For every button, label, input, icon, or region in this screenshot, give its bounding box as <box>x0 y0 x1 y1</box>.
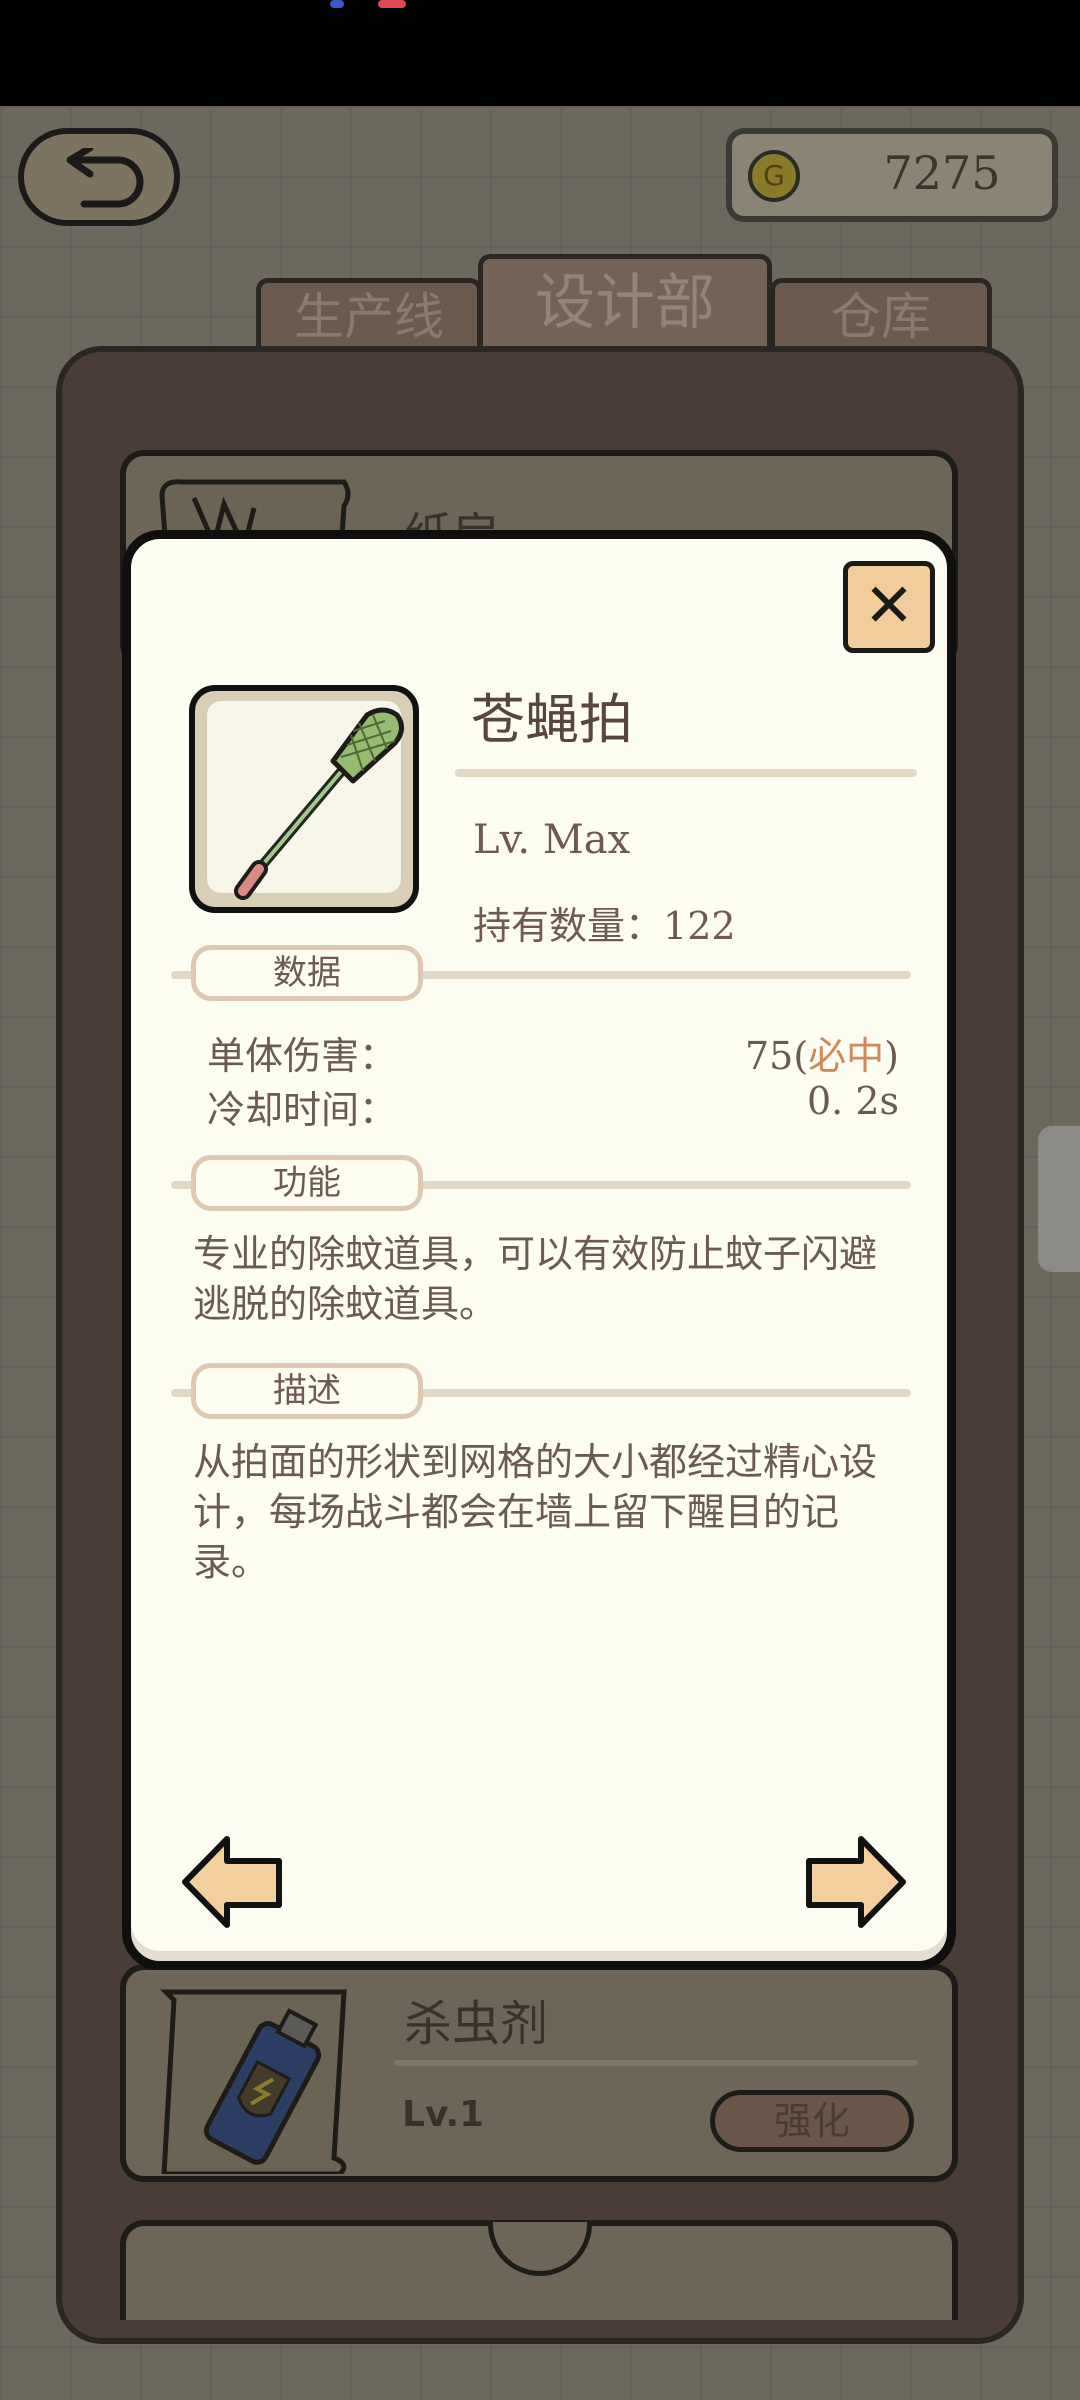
item-title: 苍蝇拍 <box>471 688 633 751</box>
tab-label: 生产线 <box>294 288 444 346</box>
next-item-button[interactable] <box>803 1835 907 1929</box>
paren-open: ( <box>793 1034 809 1078</box>
stat-label-damage: 单体伤害： <box>207 1034 398 1078</box>
divider <box>394 2060 918 2066</box>
tab-label: 仓库 <box>831 288 931 346</box>
stat-value-cooldown: 0. 2s <box>806 1079 899 1123</box>
close-button[interactable]: ✕ <box>843 561 935 653</box>
upgrade-button[interactable]: 强化 <box>710 2090 914 2152</box>
section-header-description: 描述 <box>191 1363 423 1419</box>
item-level: Lv.1 <box>402 2094 485 2135</box>
owned-count-label: 持有数量： <box>473 904 664 948</box>
damage-number: 75 <box>744 1034 794 1078</box>
item-detail-dialog: ✕ 苍蝇拍 Lv. Max 持有数量：122 数据 单体伤害： 75(必中) 冷… <box>122 530 956 1970</box>
sure-hit-tag: 必中 <box>808 1034 885 1078</box>
list-item[interactable]: 杀虫剂 Lv.1 强化 <box>120 1964 958 2182</box>
paren-close: ) <box>884 1034 899 1078</box>
item-image-frame <box>189 685 419 913</box>
back-button[interactable] <box>18 128 180 226</box>
undo-arrow-icon <box>66 148 144 208</box>
title-divider <box>455 769 917 777</box>
item-level: Lv. Max <box>473 817 631 863</box>
previous-item-button[interactable] <box>181 1835 285 1929</box>
insecticide-spray-icon <box>159 1989 347 2174</box>
item-name: 杀虫剂 <box>404 1996 549 2052</box>
fly-swatter-icon <box>234 707 404 900</box>
owned-count-value: 122 <box>663 904 736 948</box>
status-icon <box>378 0 406 8</box>
stat-value-damage: 75(必中) <box>745 1025 899 1080</box>
coin-amount: 7275 <box>883 146 1001 200</box>
stat-label-cooldown: 冷却时间： <box>207 1088 398 1132</box>
item-owned-count: 持有数量：122 <box>473 895 736 950</box>
tab-warehouse[interactable]: 仓库 <box>770 278 992 350</box>
close-icon: ✕ <box>863 571 915 641</box>
tab-design-department[interactable]: 设计部 <box>478 254 772 350</box>
gold-coin-icon: G <box>748 150 800 202</box>
section-header-function: 功能 <box>191 1155 423 1211</box>
edge-handle[interactable] <box>1038 1126 1080 1272</box>
tab-production-line[interactable]: 生产线 <box>256 278 482 350</box>
section-header-data: 数据 <box>191 945 423 1001</box>
status-bar <box>0 0 1080 106</box>
description-text: 从拍面的形状到网格的大小都经过精心设计，每场战斗都会在墙上留下醒目的记录。 <box>193 1440 878 1584</box>
tab-label: 设计部 <box>535 268 715 338</box>
function-text: 专业的除蚊道具，可以有效防止蚊子闪避逃脱的除蚊道具。 <box>193 1232 878 1326</box>
status-icon <box>330 0 344 8</box>
coin-counter: G 7275 <box>726 128 1058 222</box>
